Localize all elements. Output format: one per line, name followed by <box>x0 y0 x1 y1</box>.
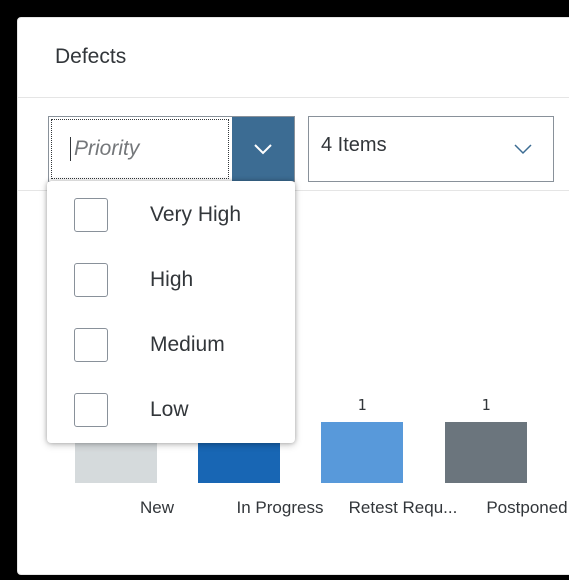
priority-combobox[interactable]: Priority <box>48 116 295 182</box>
chevron-down-icon <box>254 144 272 155</box>
bar-category-label: In Progress <box>236 498 324 517</box>
bar-value-label: 1 <box>481 396 491 414</box>
bar-category-label: New <box>139 498 174 517</box>
priority-option-label: Very High <box>150 203 242 226</box>
priority-dropdown-list: Very High High Medium Low <box>47 181 295 443</box>
priority-option-checkbox[interactable] <box>74 263 108 297</box>
bar-value-label: 1 <box>357 396 367 414</box>
priority-dropdown-button[interactable] <box>232 117 294 181</box>
priority-option-label: High <box>150 268 194 291</box>
priority-option-checkbox[interactable] <box>74 198 108 232</box>
filter-bar: Priority 4 Items <box>18 98 569 191</box>
priority-option-checkbox[interactable] <box>74 393 108 427</box>
status-select[interactable]: 4 Items <box>308 116 554 182</box>
card-title: Defects <box>55 45 127 68</box>
priority-option-label: Medium <box>150 333 225 356</box>
priority-option-label: Low <box>150 398 189 421</box>
priority-input[interactable]: Priority <box>50 118 230 180</box>
text-caret <box>70 137 71 161</box>
priority-placeholder: Priority <box>74 137 140 160</box>
bar-category-label: Postponed <box>486 498 568 517</box>
priority-option[interactable]: Low <box>47 378 295 443</box>
chevron-down-icon <box>514 144 532 155</box>
card-header: Defects <box>18 18 569 98</box>
bar[interactable] <box>445 422 527 483</box>
bar[interactable] <box>321 422 403 483</box>
bar-category-label: Retest Requ... <box>348 498 458 517</box>
status-select-value: 4 Items <box>321 134 387 156</box>
priority-option[interactable]: Very High <box>47 183 295 248</box>
priority-option-checkbox[interactable] <box>74 328 108 362</box>
priority-option[interactable]: Medium <box>47 313 295 378</box>
priority-option[interactable]: High <box>47 248 295 313</box>
